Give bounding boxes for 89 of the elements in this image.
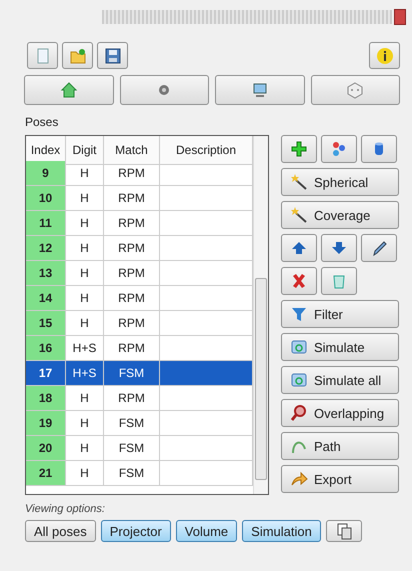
view-toggle-button[interactable]: Volume	[176, 520, 238, 542]
table-cell: H	[66, 261, 104, 286]
view-toggle-button[interactable]: All poses	[25, 520, 96, 542]
new-button[interactable]	[27, 42, 58, 69]
column-header[interactable]: Digit	[66, 136, 104, 165]
table-cell: H	[66, 211, 104, 236]
add-button[interactable]	[281, 135, 317, 163]
index-cell[interactable]: 19	[26, 411, 66, 436]
table-cell: RPM	[104, 286, 160, 311]
camera-button[interactable]	[120, 75, 209, 105]
database-button[interactable]	[361, 135, 397, 163]
move-up-button[interactable]	[281, 234, 317, 262]
index-cell[interactable]: 12	[26, 236, 66, 261]
tool-button[interactable]: Filter	[281, 300, 399, 328]
column-header[interactable]: Description	[160, 136, 253, 165]
delete-cross-icon	[290, 272, 308, 290]
table-cell: RPM	[104, 311, 160, 336]
table-cell: H	[66, 186, 104, 211]
table-cell: H	[66, 236, 104, 261]
table-cell: RPM	[104, 261, 160, 286]
simulation-icon	[290, 371, 308, 389]
index-cell[interactable]: 21	[26, 461, 66, 486]
index-cell[interactable]: 17	[26, 361, 66, 386]
index-cell[interactable]: 13	[26, 261, 66, 286]
index-cell[interactable]: 9	[26, 161, 66, 186]
tool-button[interactable]: Export	[281, 465, 399, 493]
tool-button[interactable]: Simulate	[281, 333, 399, 361]
table-cell: H	[66, 386, 104, 411]
folder-icon	[68, 46, 86, 64]
simulation-icon	[290, 338, 308, 356]
down-arrow-icon	[330, 239, 348, 257]
table-cell: FSM	[104, 411, 160, 436]
tool-button[interactable]: Coverage	[281, 201, 399, 229]
house-icon	[60, 81, 78, 99]
scrollbar[interactable]	[253, 136, 268, 494]
group-label: Poses	[25, 115, 58, 129]
molecule-button[interactable]	[321, 135, 357, 163]
funnel-icon	[290, 305, 308, 323]
index-cell[interactable]: 16	[26, 336, 66, 361]
index-cell[interactable]: 14	[26, 286, 66, 311]
tool-button[interactable]: Overlapping	[281, 399, 399, 427]
viewing-options-label: Viewing options:	[25, 503, 105, 515]
tool-button[interactable]: Path	[281, 432, 399, 460]
table-cell: H	[66, 461, 104, 486]
molecule-icon	[330, 140, 348, 158]
export-arrow-icon	[290, 470, 308, 488]
table-cell: H+S	[66, 361, 104, 386]
table-cell: H	[66, 161, 104, 186]
move-down-button[interactable]	[321, 234, 357, 262]
index-cell[interactable]: 20	[26, 436, 66, 461]
tool-button[interactable]: Spherical	[281, 168, 399, 196]
table-cell: RPM	[104, 386, 160, 411]
table-cell: FSM	[104, 436, 160, 461]
delete-button[interactable]	[281, 267, 317, 295]
index-cell[interactable]: 15	[26, 311, 66, 336]
magic-wand-icon	[290, 173, 308, 191]
table-cell: H	[66, 436, 104, 461]
table-cell: H	[66, 411, 104, 436]
index-cell[interactable]: 11	[26, 211, 66, 236]
clear-button[interactable]	[321, 267, 357, 295]
table-cell: H	[66, 286, 104, 311]
monitor-icon	[250, 81, 269, 99]
column-header[interactable]: Match	[104, 136, 160, 165]
view-toggle-button[interactable]: Projector	[100, 520, 171, 542]
dice-button[interactable]	[310, 75, 400, 105]
table-cell: RPM	[104, 161, 160, 186]
copy-button[interactable]	[326, 520, 362, 542]
up-arrow-icon	[290, 239, 308, 257]
index-cell[interactable]: 10	[26, 186, 66, 211]
table-cell: RPM	[104, 186, 160, 211]
table-cell: FSM	[104, 361, 160, 386]
table-cell: FSM	[104, 461, 160, 486]
magnifier-icon	[290, 404, 308, 422]
index-cell[interactable]: 18	[26, 386, 66, 411]
view-toggle-button[interactable]: Simulation	[242, 520, 321, 542]
display-button[interactable]	[215, 75, 304, 105]
home-button[interactable]	[24, 75, 114, 105]
plus-icon	[290, 140, 308, 158]
save-button[interactable]	[97, 42, 128, 69]
grip-bar[interactable]	[102, 10, 392, 24]
tool-button[interactable]: Simulate all	[281, 366, 399, 394]
info-button[interactable]	[369, 42, 400, 69]
edit-button[interactable]	[361, 234, 397, 262]
table-cell: RPM	[104, 236, 160, 261]
magic-wand-icon	[290, 206, 308, 224]
table-cell: RPM	[104, 211, 160, 236]
table-cell: H	[66, 311, 104, 336]
copy-pages-icon	[334, 522, 353, 540]
info-figure-icon	[376, 46, 394, 64]
